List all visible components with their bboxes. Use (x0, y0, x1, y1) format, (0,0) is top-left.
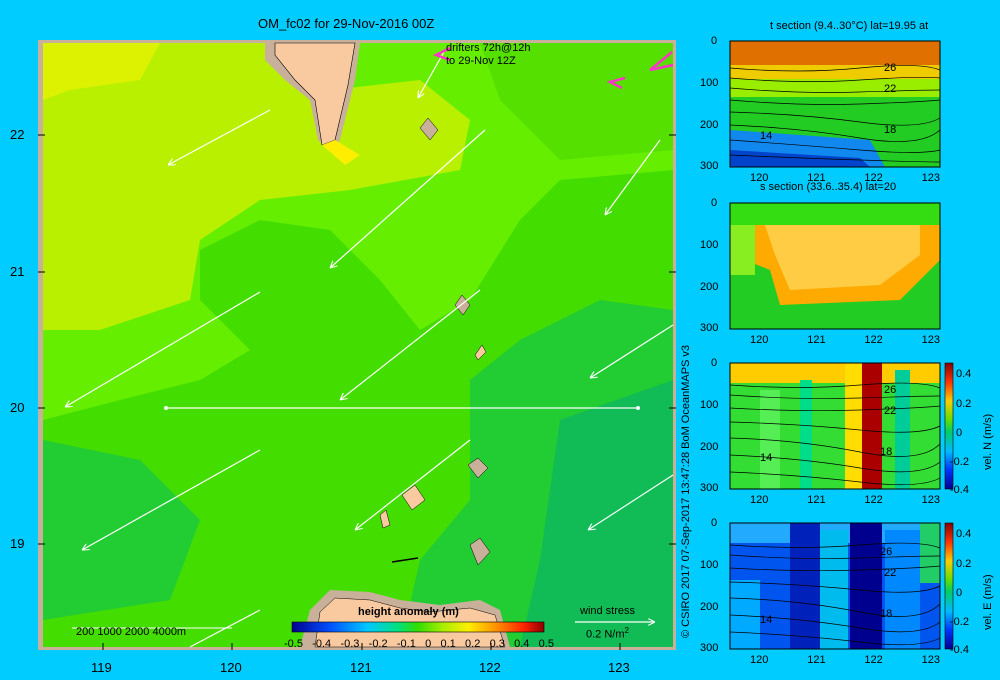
colorbar-title: height anomaly (m) (358, 606, 459, 618)
p3-contour-26: 26 (884, 384, 897, 396)
p3-depth-0: 0 (711, 357, 718, 369)
p4-contour-22: 22 (884, 567, 897, 579)
p3-cb-0.4: 0.4 (956, 368, 972, 380)
p3-contour-18: 18 (880, 446, 893, 458)
p4-contour-14: 14 (760, 614, 773, 626)
p4-cb-0.4: 0.4 (956, 528, 972, 540)
wind-scale-label: 0.2 N/m2 (586, 626, 629, 641)
p3-lon-ticks: 120 121 122 123 (750, 494, 940, 506)
p2-lon-ticks: 120 121 122 123 (750, 334, 940, 346)
p2-depth-100: 100 (700, 239, 719, 251)
p4-cb-0.2: 0.2 (956, 558, 972, 570)
p2-depth-200: 200 (700, 281, 719, 293)
p4-lon-ticks: 120 121 122 123 (750, 654, 940, 666)
drifters-label-2: to 29-Nov 12Z (446, 55, 516, 67)
panel1-title: t section (9.4..30°C) lat=19.95 at (770, 20, 929, 32)
p3-contour-22: 22 (884, 405, 897, 417)
p3-contour-14: 14 (760, 452, 773, 464)
temp-section-plot (729, 41, 941, 167)
p1-depth-200: 200 (700, 119, 719, 131)
p2-depth-300: 300 (700, 322, 719, 334)
p3-depth-300: 300 (700, 482, 719, 494)
p4-depth-300: 300 (700, 642, 719, 654)
p3-cb-0: 0 (956, 427, 963, 439)
lon-tick-119: 119 (91, 660, 112, 675)
p1-depth-300: 300 (700, 160, 719, 172)
p1-contour-14: 14 (760, 130, 773, 142)
salinity-section-plot (730, 203, 940, 329)
colorbar-ticks: -0.5 -0.4 -0.3 -0.2 -0.1 0 0.1 0.2 0.3 0.4 0.5 (284, 638, 554, 650)
p2-depth-0: 0 (711, 197, 718, 209)
p1-contour-26: 26 (884, 62, 897, 74)
p3-cb--0.2: -0.2 (950, 456, 969, 468)
vel-n-section-plot (729, 362, 954, 490)
p3-cb-label: vel. N (m/s) (982, 413, 994, 470)
vel-e-section-plot (729, 522, 954, 650)
wind-stress-title: wind stress (580, 605, 636, 617)
p4-cb-0: 0 (956, 587, 963, 599)
lat-tick-20: 20 (10, 400, 25, 415)
p1-lon-ticks: 120 121 122 123 (750, 172, 940, 184)
p4-contour-26: 26 (880, 546, 893, 558)
lon-tick-122: 122 (479, 660, 501, 675)
lat-tick-19: 19 (10, 536, 25, 551)
p3-depth-100: 100 (700, 399, 719, 411)
p4-contour-18: 18 (880, 608, 893, 620)
depth-legend: 200 1000 2000 4000m (76, 626, 187, 638)
lon-tick-121: 121 (350, 660, 372, 675)
p4-depth-0: 0 (711, 517, 718, 529)
lon-tick-123: 123 (608, 660, 630, 675)
p4-depth-200: 200 (700, 601, 719, 613)
lat-tick-22: 22 (10, 127, 25, 142)
p4-cb--0.4: -0.4 (950, 644, 969, 656)
p3-depth-200: 200 (700, 441, 719, 453)
p4-depth-100: 100 (700, 559, 719, 571)
height-colorbar (291, 621, 545, 633)
p3-cb--0.4: -0.4 (950, 484, 969, 496)
lon-tick-120: 120 (220, 660, 242, 675)
p3-cb-0.2: 0.2 (956, 398, 972, 410)
drifters-label-1: drifters 72h@12h (446, 42, 531, 54)
p1-contour-18: 18 (884, 124, 897, 136)
height-anomaly-field (43, 43, 673, 647)
p4-cb-label: vel. E (m/s) (982, 574, 994, 630)
p1-contour-22: 22 (884, 83, 897, 95)
p1-depth-100: 100 (700, 77, 719, 89)
p1-depth-0: 0 (711, 35, 718, 47)
p4-cb--0.2: -0.2 (950, 616, 969, 628)
credit-text: © CSIRO 2017 07-Sep-2017 13:47:28 BoM Oc… (680, 344, 692, 638)
lat-tick-21: 21 (10, 264, 25, 279)
